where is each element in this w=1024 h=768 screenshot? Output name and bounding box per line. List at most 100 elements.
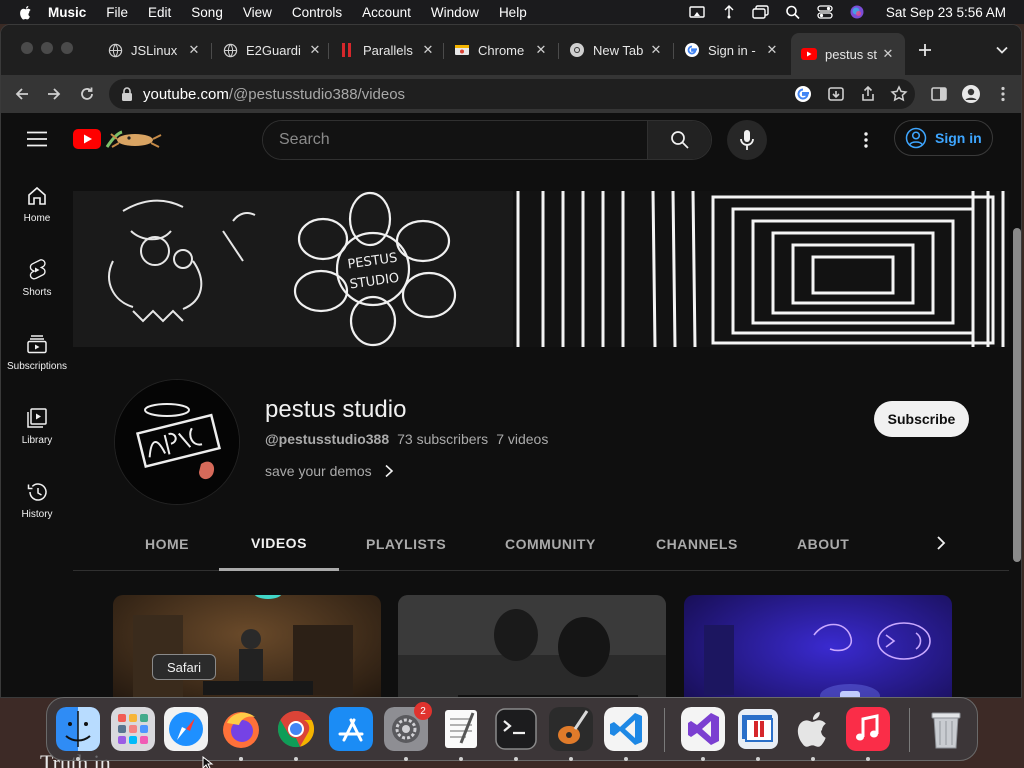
lock-icon[interactable] bbox=[121, 87, 133, 101]
bookmark-star-icon[interactable] bbox=[890, 85, 908, 103]
dock-divider bbox=[909, 708, 910, 752]
search-placeholder: Search bbox=[279, 131, 330, 148]
install-app-icon[interactable] bbox=[827, 85, 845, 103]
chevron-right-icon[interactable] bbox=[931, 533, 951, 553]
window-minimize-button[interactable] bbox=[41, 42, 53, 54]
channel-description[interactable]: save your demos bbox=[265, 463, 394, 479]
terminal-icon[interactable] bbox=[494, 707, 538, 751]
parallels-desktop-icon[interactable] bbox=[736, 707, 780, 751]
profile-icon[interactable] bbox=[961, 84, 981, 104]
apple-logo-app-icon[interactable] bbox=[791, 707, 835, 751]
back-arrow-icon[interactable] bbox=[13, 85, 31, 103]
new-tab-plus-icon[interactable] bbox=[917, 42, 933, 58]
tab-videos[interactable]: VIDEOS bbox=[219, 517, 339, 571]
sidebar-item-library[interactable]: Library bbox=[1, 389, 73, 463]
sidebar-item-subscriptions[interactable]: Subscriptions bbox=[1, 315, 73, 389]
search-button[interactable] bbox=[647, 121, 711, 159]
sign-in-button[interactable]: Sign in bbox=[894, 120, 993, 156]
music-app-icon[interactable] bbox=[846, 707, 890, 751]
trash-icon[interactable] bbox=[924, 707, 968, 751]
close-tab-icon[interactable]: ✕ bbox=[308, 43, 322, 57]
vscode-icon[interactable] bbox=[604, 707, 648, 751]
firefox-icon[interactable] bbox=[219, 707, 263, 751]
menu-controls[interactable]: Controls bbox=[292, 5, 342, 20]
close-tab-icon[interactable]: ✕ bbox=[534, 43, 548, 57]
close-tab-icon[interactable]: ✕ bbox=[421, 43, 435, 57]
browser-tab-e2guardian[interactable]: E2Guardi ✕ bbox=[222, 37, 322, 63]
control-center-icon[interactable] bbox=[816, 4, 834, 20]
subscribe-button[interactable]: Subscribe bbox=[874, 401, 969, 437]
menubar-clock[interactable]: Sat Sep 23 5:56 AM bbox=[886, 5, 1006, 20]
menu-help[interactable]: Help bbox=[499, 5, 527, 20]
textedit-icon[interactable] bbox=[439, 707, 483, 751]
chrome-window: JSLinux ✕ E2Guardi ✕ Parallels ✕ Chrome … bbox=[0, 24, 1022, 698]
video-thumbnail[interactable] bbox=[113, 595, 381, 697]
tab-strip: JSLinux ✕ E2Guardi ✕ Parallels ✕ Chrome … bbox=[1, 25, 1021, 75]
network-icon[interactable] bbox=[720, 4, 738, 20]
running-indicator bbox=[624, 757, 628, 761]
safari-icon[interactable] bbox=[164, 707, 208, 751]
browser-tab-chrome[interactable]: Chrome ✕ bbox=[454, 37, 548, 63]
menu-view[interactable]: View bbox=[243, 5, 272, 20]
reload-icon[interactable] bbox=[78, 85, 96, 103]
sidebar-item-history[interactable]: History bbox=[1, 463, 73, 537]
share-icon[interactable] bbox=[859, 85, 877, 103]
tab-home[interactable]: HOME bbox=[145, 517, 189, 571]
search-bar[interactable]: Search bbox=[262, 120, 712, 160]
dock-tooltip: Safari bbox=[152, 654, 216, 680]
account-icon bbox=[905, 127, 927, 149]
close-tab-icon[interactable]: ✕ bbox=[649, 43, 663, 57]
browser-tab-new-tab[interactable]: New Tab ✕ bbox=[569, 37, 663, 63]
garageband-icon[interactable] bbox=[549, 707, 593, 751]
forward-arrow-icon[interactable] bbox=[45, 85, 63, 103]
browser-tab-sign-in[interactable]: Sign in - ✕ bbox=[684, 37, 779, 63]
google-lens-icon[interactable] bbox=[794, 85, 812, 103]
tab-search-chevron-icon[interactable] bbox=[995, 43, 1009, 57]
search-input[interactable]: Search bbox=[263, 121, 647, 159]
side-panel-icon[interactable] bbox=[930, 85, 948, 103]
menu-window[interactable]: Window bbox=[431, 5, 479, 20]
tab-about[interactable]: ABOUT bbox=[797, 517, 849, 571]
voice-search-button[interactable] bbox=[727, 120, 767, 160]
window-zoom-button[interactable] bbox=[61, 42, 73, 54]
hamburger-menu-icon[interactable] bbox=[27, 131, 47, 147]
menu-app-name[interactable]: Music bbox=[48, 5, 86, 20]
visual-studio-icon[interactable] bbox=[681, 707, 725, 751]
menu-file[interactable]: File bbox=[106, 5, 128, 20]
browser-tab-jslinux[interactable]: JSLinux ✕ bbox=[107, 37, 201, 63]
channel-avatar[interactable] bbox=[114, 379, 240, 505]
siri-icon[interactable] bbox=[848, 4, 866, 20]
tab-title: JSLinux bbox=[131, 42, 178, 58]
close-tab-icon[interactable]: ✕ bbox=[765, 43, 779, 57]
channel-banner: PESTUS STUDIO bbox=[73, 191, 1009, 347]
close-tab-icon[interactable]: ✕ bbox=[187, 43, 201, 57]
launchpad-icon[interactable] bbox=[111, 707, 155, 751]
microphone-icon bbox=[740, 130, 754, 150]
tab-community[interactable]: COMMUNITY bbox=[505, 517, 596, 571]
sidebar-item-home[interactable]: Home bbox=[1, 167, 73, 241]
url-host: youtube.com bbox=[143, 85, 229, 103]
menu-account[interactable]: Account bbox=[362, 5, 411, 20]
display-icon[interactable] bbox=[752, 4, 770, 20]
apple-menu-icon[interactable] bbox=[18, 4, 34, 20]
browser-tab-pestus-studio[interactable]: pestus st ✕ bbox=[791, 33, 905, 75]
tab-channels[interactable]: CHANNELS bbox=[656, 517, 738, 571]
sidebar-item-shorts[interactable]: Shorts bbox=[1, 241, 73, 315]
chrome-icon[interactable] bbox=[274, 707, 318, 751]
spotlight-search-icon[interactable] bbox=[784, 4, 802, 20]
page-scrollbar[interactable] bbox=[1013, 228, 1021, 562]
app-store-icon[interactable] bbox=[329, 707, 373, 751]
window-close-button[interactable] bbox=[21, 42, 33, 54]
tab-playlists[interactable]: PLAYLISTS bbox=[366, 517, 446, 571]
browser-tab-parallels[interactable]: Parallels ✕ bbox=[339, 37, 435, 63]
menu-song[interactable]: Song bbox=[191, 5, 223, 20]
more-options-icon[interactable] bbox=[859, 131, 873, 149]
finder-icon[interactable] bbox=[56, 707, 100, 751]
youtube-logo[interactable] bbox=[73, 127, 165, 151]
chrome-menu-icon[interactable] bbox=[997, 85, 1009, 103]
close-tab-icon[interactable]: ✕ bbox=[881, 47, 895, 61]
video-thumbnail[interactable] bbox=[684, 595, 952, 697]
menu-edit[interactable]: Edit bbox=[148, 5, 171, 20]
video-thumbnail[interactable] bbox=[398, 595, 666, 697]
screen-mirroring-icon[interactable] bbox=[688, 4, 706, 20]
